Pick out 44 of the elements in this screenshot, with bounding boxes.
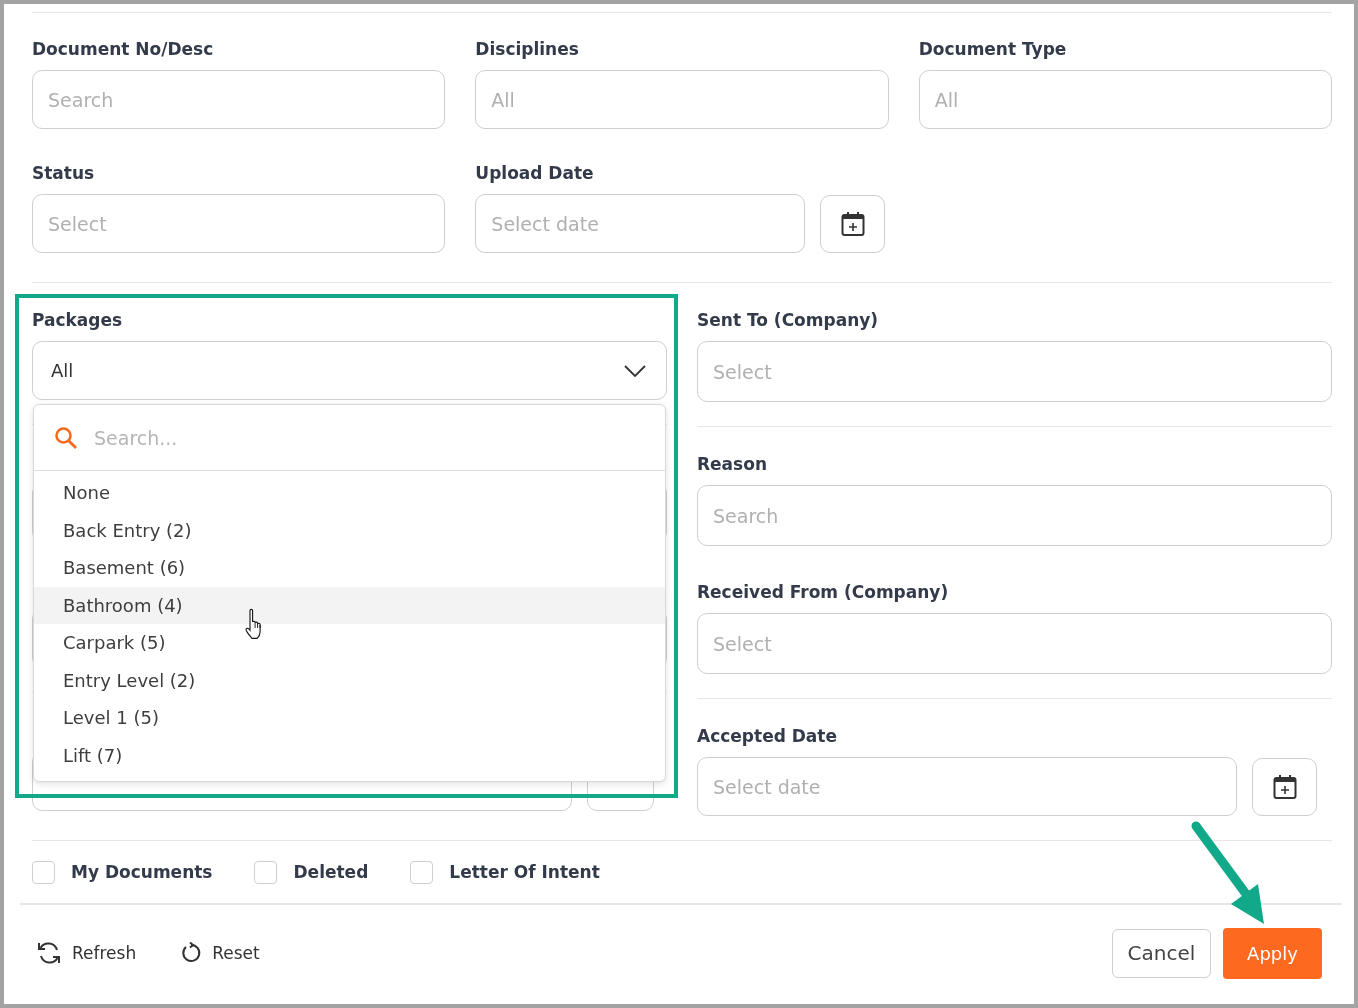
field-label: Upload Date bbox=[475, 162, 595, 185]
field-label: Received From (Company) bbox=[697, 581, 950, 604]
refresh-icon bbox=[36, 941, 62, 965]
field-label: Packages bbox=[32, 309, 124, 332]
input-field[interactable]: Select bbox=[32, 194, 446, 253]
field-label: Document Type bbox=[918, 38, 1068, 61]
field-label: Sent To (Company) bbox=[697, 309, 880, 332]
field-label: Reason bbox=[697, 453, 768, 476]
reset-button[interactable]: Reset bbox=[180, 942, 260, 964]
search-icon bbox=[54, 425, 78, 450]
input-field[interactable]: Select bbox=[697, 341, 1332, 402]
date-field[interactable]: Select date bbox=[697, 757, 1237, 816]
dropdown-option[interactable]: Entry Level (2) bbox=[34, 661, 665, 699]
checkbox[interactable] bbox=[254, 860, 278, 884]
calendar-button[interactable] bbox=[1252, 757, 1317, 816]
checkbox-label: Deleted bbox=[293, 862, 369, 882]
cancel-button[interactable]: Cancel bbox=[1112, 928, 1211, 978]
packages-select[interactable]: All bbox=[32, 341, 667, 400]
input-field[interactable]: Search bbox=[697, 485, 1332, 546]
checkbox[interactable] bbox=[410, 860, 434, 884]
field-label: Accepted Date bbox=[697, 725, 838, 748]
dropdown-option[interactable]: Level 1 (5) bbox=[34, 699, 665, 737]
dropdown-option[interactable]: Basement (6) bbox=[34, 549, 665, 587]
search-field[interactable]: Search... bbox=[92, 425, 645, 450]
dropdown-option[interactable]: Lift (7) bbox=[34, 736, 665, 774]
checkbox[interactable] bbox=[32, 860, 55, 884]
chevron-icon bbox=[624, 364, 646, 377]
reset-icon bbox=[180, 942, 203, 964]
refresh-button[interactable]: Refresh bbox=[36, 941, 137, 965]
dropdown-option[interactable]: Carpark (5) bbox=[34, 624, 665, 662]
checkbox-label: Letter Of Intent bbox=[449, 862, 600, 882]
field-label: Status bbox=[32, 162, 96, 185]
calendar-button[interactable] bbox=[820, 194, 886, 253]
field-label: Document No/Desc bbox=[32, 38, 215, 61]
date-field[interactable]: Select date bbox=[475, 194, 806, 253]
input-field[interactable]: All bbox=[475, 70, 889, 129]
dropdown-option[interactable]: Bathroom (4) bbox=[34, 586, 665, 624]
dropdown-option[interactable]: None bbox=[34, 474, 665, 512]
input-field[interactable]: All bbox=[918, 70, 1332, 129]
field-label: Disciplines bbox=[475, 38, 580, 61]
checkbox-label: My Documents bbox=[71, 862, 213, 882]
dropdown-option[interactable]: Back Entry (2) bbox=[34, 511, 665, 549]
input-field[interactable]: Search bbox=[32, 70, 446, 129]
input-field[interactable]: Select bbox=[697, 613, 1332, 674]
